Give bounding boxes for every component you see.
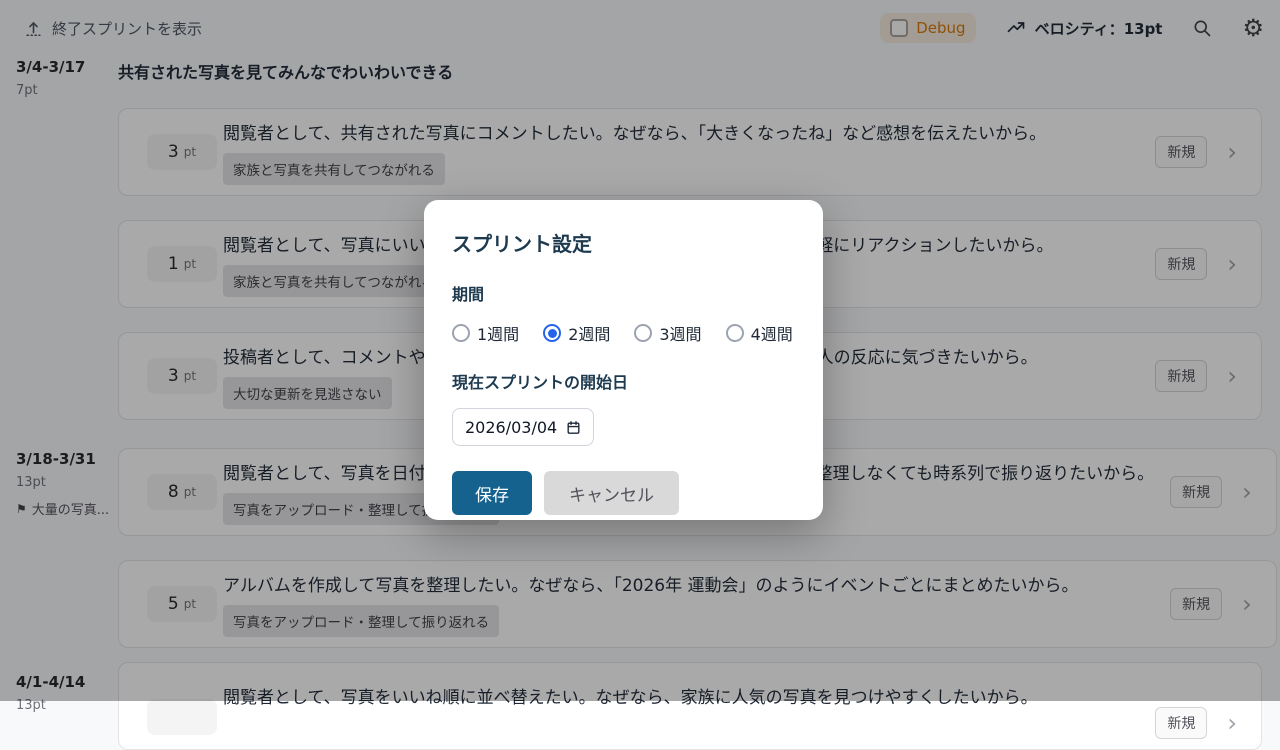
radio-icon[interactable] [726, 324, 744, 342]
chevron-right-icon[interactable]: › [1227, 711, 1237, 735]
radio-option-1week[interactable]: 1週間 [452, 321, 519, 345]
sprint-settings-modal: スプリント設定 期間 1週間 2週間 3週間 4週間 現在スプリントの開始日 2… [424, 200, 823, 520]
period-label: 期間 [452, 281, 795, 305]
radio-option-2weeks[interactable]: 2週間 [543, 321, 610, 345]
cancel-button[interactable]: キャンセル [544, 471, 679, 515]
save-button[interactable]: 保存 [452, 471, 532, 515]
radio-icon[interactable] [543, 324, 561, 342]
period-radio-group: 1週間 2週間 3週間 4週間 [452, 321, 795, 345]
radio-option-3weeks[interactable]: 3週間 [634, 321, 701, 345]
radio-option-4weeks[interactable]: 4週間 [726, 321, 793, 345]
radio-icon[interactable] [452, 324, 470, 342]
start-date-value: 2026/03/04 [465, 418, 557, 437]
start-date-input[interactable]: 2026/03/04 [452, 408, 594, 446]
calendar-icon[interactable] [566, 420, 581, 435]
start-date-label: 現在スプリントの開始日 [452, 369, 795, 393]
story-points-chip [147, 699, 217, 735]
status-badge: 新規 [1155, 707, 1207, 739]
radio-icon[interactable] [634, 324, 652, 342]
modal-title: スプリント設定 [452, 228, 795, 257]
